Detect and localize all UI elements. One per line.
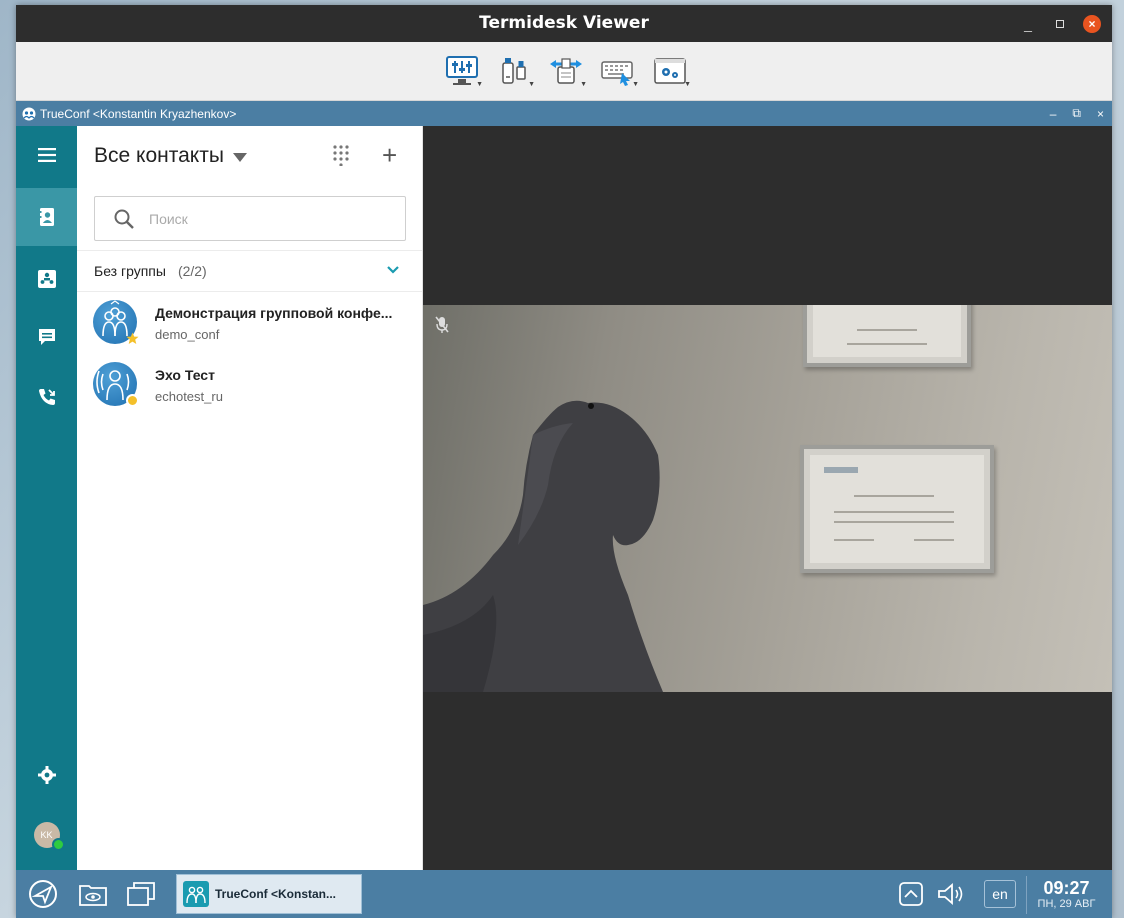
chevron-up-icon [899, 882, 923, 906]
remote-desktop: TrueConf <Konstantin Kryazhenkov> – ⧉ × [16, 101, 1112, 918]
sidebar-item-call-history[interactable] [16, 368, 77, 426]
sidebar-item-chat[interactable] [16, 308, 77, 366]
minimize-icon: _ [1024, 15, 1032, 32]
contacts-book-icon [38, 208, 54, 226]
equalizer-settings-icon [446, 56, 478, 85]
contact-group-header[interactable]: Без группы (2/2) [77, 250, 422, 292]
trueconf-restore-button[interactable]: ⧉ [1072, 106, 1081, 121]
sidebar-item-profile[interactable]: KK [16, 806, 77, 864]
menu-icon [37, 148, 56, 162]
clock-time: 09:27 [1043, 878, 1090, 898]
dropdown-arrow-icon[interactable]: ▼ [684, 81, 691, 88]
status-away-badge [126, 394, 139, 407]
contact-login: demo_conf [155, 327, 220, 342]
clipboard-transfer-icon [550, 58, 582, 84]
sidebar-item-conferences[interactable] [16, 250, 77, 308]
trueconf-window-title: TrueConf <Konstantin Kryazhenkov> [40, 106, 237, 121]
keyboard-input-icon [601, 61, 633, 86]
minimize-button[interactable]: _ [1018, 5, 1038, 42]
call-history-icon [38, 389, 55, 405]
dialpad-icon[interactable] [332, 144, 350, 166]
favorite-star-icon [126, 332, 139, 345]
conferences-icon [37, 270, 56, 288]
taskbar-app-trueconf[interactable]: TrueConf <Konstan... [176, 874, 362, 914]
maximize-button[interactable] [1050, 5, 1070, 42]
chat-icon [38, 329, 55, 345]
folder-eye-icon [79, 885, 107, 906]
termidesk-viewer-window: Termidesk Viewer _ × ▼ ▼ ▼ ▼ ▼ TrueConf … [16, 5, 1112, 918]
taskbar-clock[interactable]: 09:27 ПН, 29 АВГ [1026, 876, 1106, 914]
contact-item[interactable]: Эхо Тест echotest_ru [77, 356, 422, 418]
keyboard-input-button[interactable]: ▼ [599, 52, 639, 90]
maximize-icon [1056, 19, 1064, 28]
trueconf-close-button[interactable]: × [1097, 107, 1104, 121]
sidebar-item-menu[interactable] [16, 126, 77, 184]
viewer-titlebar[interactable]: Termidesk Viewer _ × [16, 5, 1112, 42]
search-input[interactable] [149, 210, 369, 227]
file-manager-button[interactable] [76, 870, 110, 918]
online-status-badge [51, 838, 65, 851]
self-view-camera-feed [423, 305, 1112, 692]
viewer-toolbar: ▼ ▼ ▼ ▼ ▼ [16, 42, 1112, 101]
trueconf-app-icon [183, 881, 209, 907]
chevron-down-icon[interactable] [386, 263, 400, 277]
windows-icon [127, 882, 155, 906]
volume-icon [938, 883, 963, 905]
close-icon: × [1083, 14, 1101, 33]
user-initials: KK [40, 830, 53, 840]
clipboard-transfer-button[interactable]: ▼ [547, 52, 587, 90]
contacts-filter-dropdown[interactable]: Все контакты [94, 144, 247, 168]
tray-expand-button[interactable] [896, 870, 926, 918]
keyboard-layout-indicator[interactable]: en [984, 880, 1016, 908]
contact-login: echotest_ru [155, 389, 223, 404]
user-avatar-icon: KK [33, 822, 65, 851]
trueconf-app: KK Все контакты + Без группы [16, 126, 1112, 870]
equalizer-settings-button[interactable]: ▼ [443, 52, 483, 90]
sidebar-nav: KK [16, 126, 77, 870]
dropdown-arrow-icon[interactable]: ▼ [632, 81, 639, 88]
trueconf-logo-icon [22, 107, 36, 120]
start-menu-icon [29, 880, 57, 908]
dropdown-triangle-icon [232, 152, 247, 162]
usb-devices-button[interactable]: ▼ [495, 52, 535, 90]
contacts-header-title: Все контакты [94, 144, 224, 167]
contact-name: Эхо Тест [155, 367, 215, 383]
add-contact-button[interactable]: + [382, 140, 397, 171]
viewer-settings-button[interactable]: ▼ [651, 52, 691, 90]
viewer-settings-icon [654, 58, 686, 84]
trueconf-minimize-button[interactable]: – [1050, 107, 1057, 121]
sidebar-item-settings[interactable] [16, 746, 77, 804]
contacts-panel: Все контакты + Без группы (2/2) [77, 126, 423, 870]
taskbar-app-label: TrueConf <Konstan... [215, 887, 337, 901]
viewer-title: Termidesk Viewer [479, 13, 649, 33]
windows-switcher-button[interactable] [124, 870, 158, 918]
contact-name: Демонстрация групповой конфе... [155, 305, 393, 321]
group-name: Без группы [94, 263, 166, 279]
taskbar: TrueConf <Konstan... en 09:27 ПН, 29 АВГ [16, 870, 1112, 918]
contact-item[interactable]: Демонстрация групповой конфе... demo_con… [77, 294, 422, 356]
trueconf-titlebar[interactable]: TrueConf <Konstantin Kryazhenkov> – ⧉ × [16, 101, 1112, 126]
sidebar-item-contacts[interactable] [16, 188, 77, 246]
clock-date: ПН, 29 АВГ [1037, 898, 1096, 910]
search-icon [114, 209, 134, 229]
dropdown-arrow-icon[interactable]: ▼ [580, 81, 587, 88]
microphone-muted-icon[interactable] [435, 316, 449, 334]
search-box[interactable] [94, 196, 406, 241]
start-menu-button[interactable] [26, 870, 60, 918]
dropdown-arrow-icon[interactable]: ▼ [528, 81, 535, 88]
volume-button[interactable] [934, 870, 970, 918]
group-count: (2/2) [177, 263, 207, 279]
close-button[interactable]: × [1082, 5, 1102, 42]
video-area[interactable] [423, 126, 1112, 870]
toy-dinosaur-silhouette [423, 400, 663, 692]
settings-gear-icon [37, 766, 56, 784]
dropdown-arrow-icon[interactable]: ▼ [476, 81, 483, 88]
usb-devices-icon [502, 58, 526, 84]
